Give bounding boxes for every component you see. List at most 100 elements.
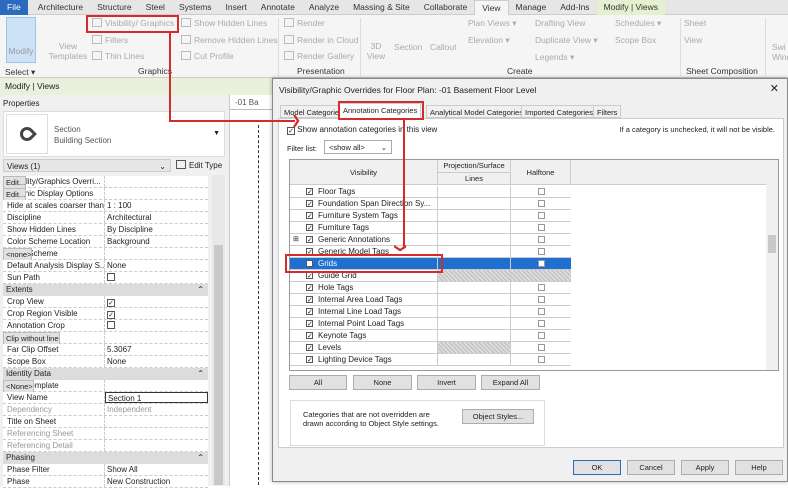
ribbon-tab-add-ins[interactable]: Add-Ins xyxy=(553,0,596,15)
property-value[interactable] xyxy=(105,272,208,283)
projection-lines-cell[interactable] xyxy=(438,342,511,353)
projection-lines-cell[interactable] xyxy=(438,330,511,341)
collapse-icon[interactable]: ⌃ xyxy=(197,452,204,464)
ribbon-tab-structure[interactable]: Structure xyxy=(90,0,139,15)
ribbon-tab-systems[interactable]: Systems xyxy=(172,0,219,15)
halftone-checkbox[interactable] xyxy=(537,296,545,303)
halftone-checkbox[interactable] xyxy=(537,260,545,267)
halftone-checkbox[interactable] xyxy=(537,308,545,315)
projection-lines-cell[interactable] xyxy=(438,318,511,329)
visibility-checkbox[interactable]: ✓ xyxy=(306,308,313,316)
property-value[interactable] xyxy=(105,428,208,439)
projection-lines-cell[interactable] xyxy=(438,258,511,269)
property-value[interactable]: 5.3067 xyxy=(105,344,208,355)
section-identity[interactable]: Identity Data ⌃ xyxy=(3,368,208,380)
type-selector[interactable]: Section Building Section ▼ xyxy=(3,111,225,157)
view-templates-button[interactable]: View Templates xyxy=(48,41,88,61)
cut-profile-button[interactable]: Cut Profile xyxy=(181,51,234,61)
property-value[interactable]: Independent xyxy=(105,404,208,415)
ribbon-tab-file[interactable]: File xyxy=(0,0,28,15)
projection-lines-cell[interactable] xyxy=(438,186,511,197)
table-row[interactable]: ✓ Floor Tags xyxy=(290,186,571,198)
ribbon-tab-modify-views[interactable]: Modify | Views xyxy=(596,0,666,15)
checkbox[interactable]: ✓ xyxy=(287,127,295,135)
section-extents[interactable]: Extents ⌃ xyxy=(3,284,208,296)
visibility-checkbox[interactable]: ✓ xyxy=(306,296,313,304)
property-value[interactable]: New Construction xyxy=(105,476,208,487)
apply-button[interactable]: Apply xyxy=(681,460,729,475)
render-cloud-button[interactable]: Render in Cloud xyxy=(284,35,358,45)
property-value[interactable]: ✓ xyxy=(105,308,208,319)
ribbon-tab-view[interactable]: View xyxy=(474,0,509,15)
table-row[interactable]: ✓ Furniture System Tags xyxy=(290,210,571,222)
ribbon-tab-collaborate[interactable]: Collaborate xyxy=(417,0,474,15)
table-row[interactable]: ✓ Lighting Device Tags xyxy=(290,354,571,366)
projection-lines-cell[interactable] xyxy=(438,294,511,305)
sheet-button[interactable]: Sheet xyxy=(684,18,706,28)
view-button[interactable]: View xyxy=(684,35,702,45)
halftone-cell[interactable] xyxy=(511,258,571,269)
halftone-cell[interactable] xyxy=(511,330,571,341)
render-button[interactable]: Render xyxy=(284,18,325,28)
halftone-cell[interactable] xyxy=(511,294,571,305)
col-projection[interactable]: Projection/Surface xyxy=(438,160,511,173)
projection-lines-cell[interactable] xyxy=(438,270,511,281)
table-row[interactable]: ✓ Foundation Span Direction Sy... xyxy=(290,198,571,210)
visibility-checkbox[interactable]: ✓ xyxy=(306,236,313,244)
projection-lines-cell[interactable] xyxy=(438,222,511,233)
ribbon-tab-analyze[interactable]: Analyze xyxy=(302,0,346,15)
halftone-checkbox[interactable] xyxy=(537,188,545,195)
col-lines[interactable]: Lines xyxy=(438,173,511,185)
checkbox[interactable] xyxy=(107,273,115,281)
property-value[interactable]: None xyxy=(105,260,208,271)
show-annotation-checkbox[interactable]: ✓ Show annotation categories in this vie… xyxy=(287,125,437,135)
filters-button[interactable]: Filters xyxy=(92,35,128,45)
halftone-cell[interactable] xyxy=(511,234,571,245)
elevation-button[interactable]: Elevation ▾ xyxy=(468,35,510,46)
property-value[interactable]: 1 : 100 xyxy=(105,200,208,211)
3d-view-button[interactable]: 3D View xyxy=(366,41,386,61)
property-value[interactable]: Architectural xyxy=(105,212,208,223)
table-row[interactable]: ✓ Internal Point Load Tags xyxy=(290,318,571,330)
visibility-checkbox[interactable]: ✓ xyxy=(306,272,313,280)
collapse-icon[interactable]: ⌃ xyxy=(197,368,204,380)
modify-button[interactable]: Modify xyxy=(6,17,36,63)
property-value[interactable]: None xyxy=(105,356,208,367)
visibility-checkbox[interactable]: ✓ xyxy=(306,344,313,352)
expand-icon[interactable]: ⊞ xyxy=(293,234,299,245)
halftone-checkbox[interactable] xyxy=(537,320,545,327)
ribbon-tab-manage[interactable]: Manage xyxy=(509,0,554,15)
halftone-cell[interactable] xyxy=(511,246,571,257)
halftone-cell[interactable] xyxy=(511,318,571,329)
halftone-checkbox[interactable] xyxy=(537,332,545,339)
projection-lines-cell[interactable] xyxy=(438,210,511,221)
ribbon-tab-architecture[interactable]: Architecture xyxy=(31,0,90,15)
property-value[interactable]: Background xyxy=(105,236,208,247)
visibility-checkbox[interactable]: ✓ xyxy=(306,212,313,220)
show-hidden-lines-button[interactable]: Show Hidden Lines xyxy=(181,18,267,28)
table-scrollbar[interactable] xyxy=(766,160,778,370)
visibility-checkbox[interactable]: ✓ xyxy=(306,188,313,196)
halftone-cell[interactable] xyxy=(511,270,571,281)
halftone-checkbox[interactable] xyxy=(537,284,545,291)
checkbox[interactable]: ✓ xyxy=(107,299,115,307)
table-row[interactable]: ✓ Internal Area Load Tags xyxy=(290,294,571,306)
filter-list-dropdown[interactable]: <show all> ⌄ xyxy=(324,140,392,154)
ribbon-tab-annotate[interactable]: Annotate xyxy=(254,0,302,15)
checkbox[interactable] xyxy=(107,321,115,329)
halftone-checkbox[interactable] xyxy=(537,200,545,207)
halftone-checkbox[interactable] xyxy=(537,248,545,255)
projection-lines-cell[interactable] xyxy=(438,198,511,209)
duplicate-view-button[interactable]: Duplicate View ▾ xyxy=(535,35,598,46)
cancel-button[interactable]: Cancel xyxy=(627,460,675,475)
close-icon[interactable]: ✕ xyxy=(770,82,779,95)
object-styles-button[interactable]: Object Styles... xyxy=(462,409,534,424)
halftone-cell[interactable] xyxy=(511,282,571,293)
dialog-tab-analytical-model-categories[interactable]: Analytical Model Categories xyxy=(426,105,527,118)
views-filter-dropdown[interactable]: Views (1) ⌄ xyxy=(3,159,171,172)
property-value[interactable]: Section 1 xyxy=(105,392,208,403)
ok-button[interactable]: OK xyxy=(573,460,621,475)
projection-lines-cell[interactable] xyxy=(438,354,511,365)
halftone-checkbox[interactable] xyxy=(537,344,545,351)
none-button[interactable]: None xyxy=(353,375,412,390)
